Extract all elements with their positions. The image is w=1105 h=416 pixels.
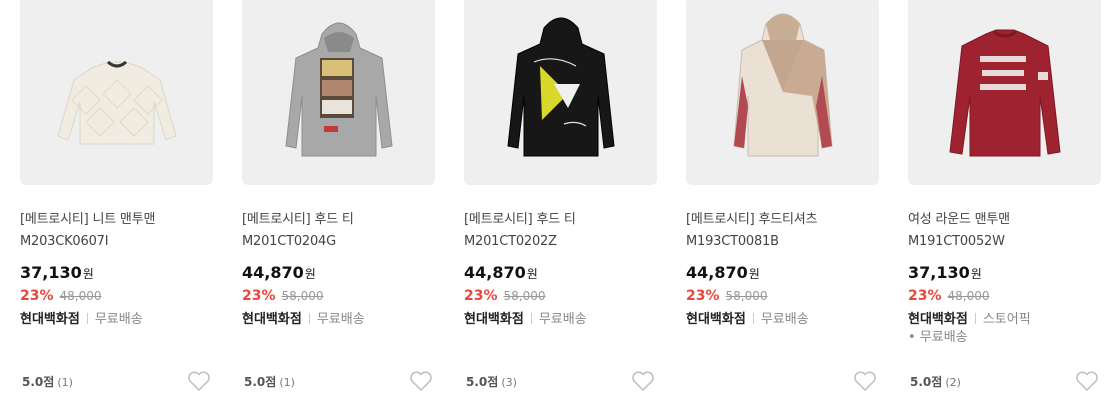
currency: 원 [82, 267, 94, 281]
heart-icon[interactable] [1075, 370, 1099, 392]
seller-row: 현대백화점 무료배송 [464, 311, 657, 329]
product-image[interactable] [242, 0, 435, 185]
price: 44,870원 [686, 261, 879, 285]
rating-row [688, 370, 877, 394]
rating-score: 5.0점 [910, 375, 943, 389]
shipping-info: 무료배송 [316, 312, 365, 327]
discount-row: 23% 48,000 [20, 285, 213, 307]
original-price: 48,000 [59, 289, 102, 303]
review-count: (2) [945, 376, 961, 389]
review-count: (1) [279, 376, 295, 389]
product-title[interactable]: 여성 라운드 맨투맨 M191CT0052W [908, 209, 1101, 253]
product-title[interactable]: [메트로시티] 후드 티 M201CT0202Z [464, 209, 657, 253]
product-grid: [메트로시티] 니트 맨투맨 M203CK0607I 37,130원 23% 48… [0, 0, 1105, 416]
rating-row: 5.0점 (2) [910, 370, 1099, 394]
price: 44,870원 [242, 261, 435, 285]
seller-name: 현대백화점 [908, 312, 968, 327]
heart-icon[interactable] [409, 370, 433, 392]
rating-row: 5.0점 (1) [22, 370, 211, 394]
product-title[interactable]: [메트로시티] 후드티셔츠 M193CT0081B [686, 209, 879, 253]
divider [86, 313, 88, 324]
discount-rate: 23% [20, 288, 54, 304]
currency: 원 [748, 267, 760, 281]
black-hoodie-icon [507, 17, 615, 157]
seller-name: 현대백화점 [686, 312, 746, 327]
heart-icon[interactable] [853, 370, 877, 392]
rating-score: 5.0점 [466, 375, 499, 389]
price-value: 37,130 [908, 263, 970, 282]
rating: 5.0점 (1) [22, 373, 73, 390]
seller-row: 현대백화점 무료배송 [686, 311, 879, 329]
product-image[interactable] [908, 0, 1101, 185]
review-count: (3) [501, 376, 517, 389]
rating: 5.0점 (1) [244, 373, 295, 390]
discount-rate: 23% [686, 288, 720, 304]
shipping-info: 무료배송 [760, 312, 809, 327]
rating: 5.0점 (3) [466, 373, 517, 390]
currency: 원 [526, 267, 538, 281]
shipping-info: 스토어픽 [982, 312, 1031, 327]
product-card[interactable]: [메트로시티] 후드 티 M201CT0204G 44,870원 23% 58,0… [242, 0, 435, 391]
seller-name: 현대백화점 [464, 312, 524, 327]
seller-name: 현대백화점 [20, 312, 80, 327]
original-price: 58,000 [725, 289, 768, 303]
heart-icon[interactable] [187, 370, 211, 392]
original-price: 58,000 [503, 289, 546, 303]
rating: 5.0점 (2) [910, 373, 961, 390]
red-sweatshirt-icon [949, 29, 1061, 157]
rating-row: 5.0점 (3) [466, 370, 655, 394]
rating-row: 5.0점 (1) [244, 370, 433, 394]
divider [530, 313, 532, 324]
seller-row: 현대백화점 무료배송 [242, 311, 435, 329]
review-count: (1) [57, 376, 73, 389]
product-card[interactable]: [메트로시티] 후드티셔츠 M193CT0081B 44,870원 23% 58,… [686, 0, 879, 391]
seller-row: 현대백화점 무료배송 [20, 311, 213, 329]
shipping-info: 무료배송 [94, 312, 143, 327]
product-image[interactable] [20, 0, 213, 185]
seller-name: 현대백화점 [242, 312, 302, 327]
currency: 원 [970, 267, 982, 281]
product-card[interactable]: [메트로시티] 후드 티 M201CT0202Z 44,870원 23% 58,0… [464, 0, 657, 391]
currency: 원 [304, 267, 316, 281]
colorblock-hoodie-icon [733, 13, 833, 157]
product-title[interactable]: [메트로시티] 후드 티 M201CT0204G [242, 209, 435, 253]
price: 37,130원 [908, 261, 1101, 285]
discount-row: 23% 58,000 [686, 285, 879, 307]
price-value: 44,870 [242, 263, 304, 282]
divider [752, 313, 754, 324]
price: 37,130원 [20, 261, 213, 285]
heart-icon[interactable] [631, 370, 655, 392]
price-value: 37,130 [20, 263, 82, 282]
shipping-extra: • 무료배송 [908, 330, 968, 345]
product-card[interactable]: 여성 라운드 맨투맨 M191CT0052W 37,130원 23% 48,000… [908, 0, 1101, 391]
discount-rate: 23% [464, 288, 498, 304]
price-value: 44,870 [464, 263, 526, 282]
price: 44,870원 [464, 261, 657, 285]
knit-sweater-icon [57, 60, 177, 145]
discount-row: 23% 58,000 [242, 285, 435, 307]
original-price: 58,000 [281, 289, 324, 303]
gray-hoodie-icon [285, 22, 393, 157]
discount-rate: 23% [908, 288, 942, 304]
shipping-info: 무료배송 [538, 312, 587, 327]
product-image[interactable] [464, 0, 657, 185]
seller-row: 현대백화점 스토어픽 • 무료배송 [908, 311, 1101, 347]
product-card[interactable]: [메트로시티] 니트 맨투맨 M203CK0607I 37,130원 23% 48… [20, 0, 213, 391]
original-price: 48,000 [947, 289, 990, 303]
product-image[interactable] [686, 0, 879, 185]
rating-score: 5.0점 [244, 375, 277, 389]
price-value: 44,870 [686, 263, 748, 282]
discount-rate: 23% [242, 288, 276, 304]
rating-score: 5.0점 [22, 375, 55, 389]
product-title[interactable]: [메트로시티] 니트 맨투맨 M203CK0607I [20, 209, 213, 253]
divider [974, 313, 976, 324]
discount-row: 23% 48,000 [908, 285, 1101, 307]
divider [308, 313, 310, 324]
discount-row: 23% 58,000 [464, 285, 657, 307]
